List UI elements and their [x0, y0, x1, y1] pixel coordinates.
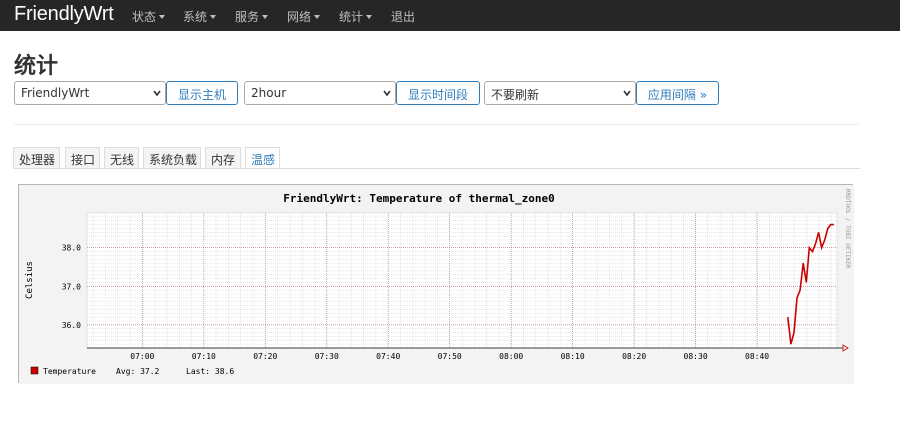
caret-down-icon	[159, 15, 166, 19]
menu-status[interactable]: 状态	[132, 8, 166, 25]
menu-network[interactable]: 网络	[287, 8, 321, 25]
host-select-value: FriendlyWrt	[21, 86, 90, 100]
x-tick-label: 07:40	[376, 352, 400, 361]
menu-logout[interactable]: 退出	[391, 8, 415, 25]
y-tick-label: 38.0	[62, 244, 81, 253]
caret-down-icon	[210, 15, 217, 19]
timespan-select[interactable]: 2hour	[244, 81, 396, 105]
brand-logo[interactable]: FriendlyWrt	[14, 3, 114, 26]
host-select[interactable]: FriendlyWrt	[14, 81, 166, 105]
x-tick-label: 08:00	[499, 352, 523, 361]
tab-cpu[interactable]: 处理器	[13, 147, 60, 169]
x-tick-label: 07:10	[192, 352, 216, 361]
y-tick-label: 36.0	[62, 321, 81, 330]
chevron-down-icon	[383, 90, 391, 97]
tab-interfaces[interactable]: 接口	[65, 147, 100, 169]
tabs-baseline	[14, 168, 860, 169]
x-tick-label: 08:40	[745, 352, 769, 361]
legend-label: Temperature	[43, 367, 96, 376]
chevron-down-icon	[623, 90, 631, 97]
x-tick-label: 07:50	[438, 352, 462, 361]
divider	[14, 124, 860, 125]
tab-thermal[interactable]: 温感	[245, 147, 280, 169]
chart-watermark: RRDTOOL / TOBI OETIKER	[844, 189, 851, 269]
caret-down-icon	[366, 15, 373, 19]
caret-down-icon	[262, 15, 269, 19]
apply-interval-button[interactable]: 应用间隔 »	[636, 81, 719, 105]
page-title: 统计	[14, 54, 59, 79]
legend-last: Last: 38.6	[186, 367, 234, 376]
refresh-select[interactable]: 不要刷新	[484, 81, 636, 105]
legend-swatch	[30, 366, 39, 375]
show-host-button[interactable]: 显示主机	[166, 81, 238, 105]
menu-statistics[interactable]: 统计	[339, 8, 373, 25]
tab-wireless[interactable]: 无线	[104, 147, 139, 169]
x-tick-label: 07:00	[130, 352, 154, 361]
menu-system[interactable]: 系统	[183, 8, 217, 25]
temperature-chart: FriendlyWrt: Temperature of thermal_zone…	[19, 185, 854, 384]
show-timespan-button[interactable]: 显示时间段	[396, 81, 480, 105]
menu-statistics-label: 统计	[339, 10, 364, 24]
menu-network-label: 网络	[287, 10, 312, 24]
caret-down-icon	[314, 15, 321, 19]
chart-title: FriendlyWrt: Temperature of thermal_zone…	[283, 192, 555, 205]
menu-services-label: 服务	[235, 10, 260, 24]
x-tick-label: 07:30	[315, 352, 339, 361]
x-tick-label: 07:20	[253, 352, 277, 361]
tab-system-load[interactable]: 系统负载	[143, 147, 201, 169]
legend-avg: Avg: 37.2	[116, 367, 160, 376]
temperature-graph: FriendlyWrt: Temperature of thermal_zone…	[18, 184, 854, 384]
tab-memory[interactable]: 内存	[205, 147, 241, 169]
x-tick-label: 08:20	[622, 352, 646, 361]
x-tick-label: 08:30	[684, 352, 708, 361]
menu-status-label: 状态	[132, 10, 157, 24]
menu-services[interactable]: 服务	[235, 8, 269, 25]
chevron-down-icon	[153, 90, 161, 97]
timespan-select-value: 2hour	[251, 86, 287, 100]
navbar: FriendlyWrt 状态 系统 服务 网络 统计 退出	[0, 0, 900, 31]
chart-y-axis-label: Celsius	[25, 261, 35, 299]
menu-system-label: 系统	[183, 10, 208, 24]
x-tick-label: 08:10	[561, 352, 585, 361]
refresh-select-value: 不要刷新	[491, 88, 540, 102]
y-tick-label: 37.0	[62, 282, 81, 291]
